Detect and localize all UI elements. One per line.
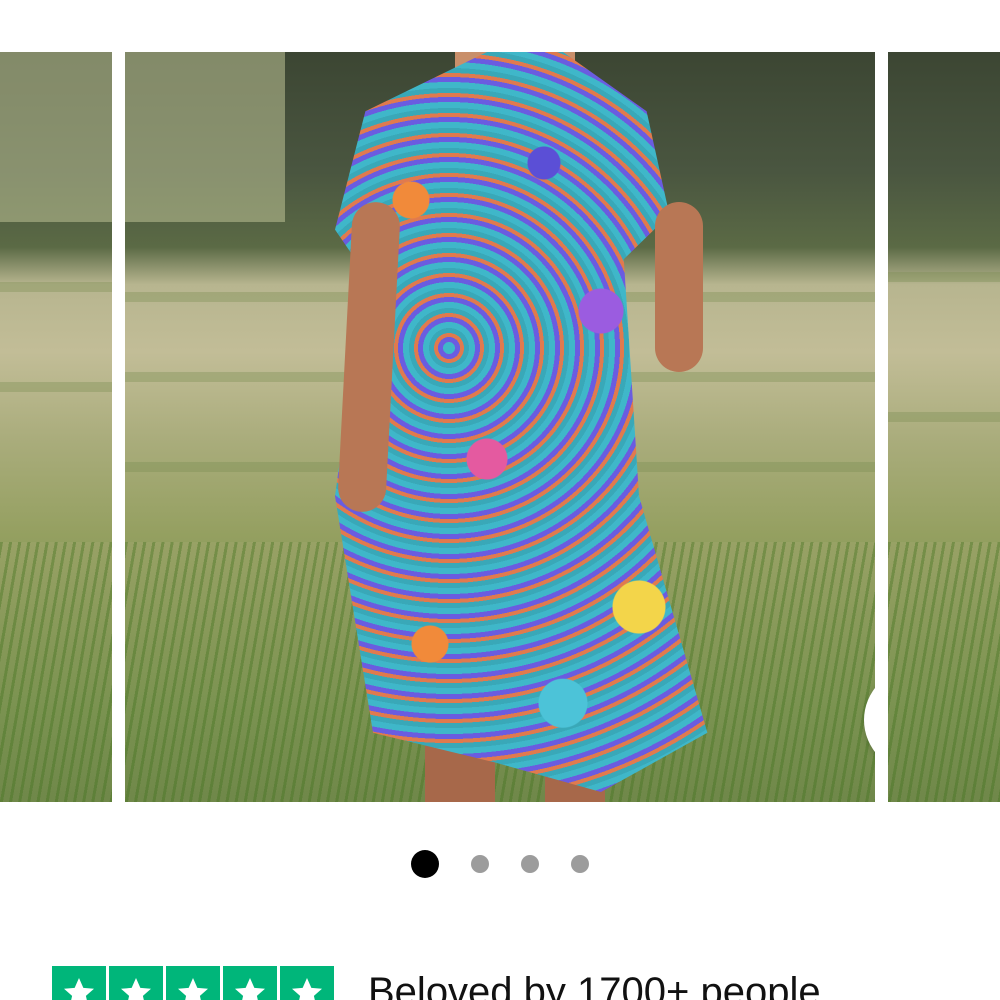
carousel-pagination [0,850,1000,878]
model-wearing-dress [335,52,715,802]
product-photo [0,52,112,802]
product-page: Beloved by 1700+ people [0,0,1000,1000]
floral-dress [335,52,708,792]
carousel-dot-3[interactable] [521,855,539,873]
carousel-dot-1[interactable] [411,850,439,878]
carousel-slide-current[interactable] [125,52,875,802]
product-photo [125,52,875,802]
product-image-carousel[interactable] [0,52,1000,802]
star-icon [223,966,277,1000]
star-icon [109,966,163,1000]
star-icon [166,966,220,1000]
carousel-dot-4[interactable] [571,855,589,873]
trust-text: Beloved by 1700+ people [368,970,821,1000]
star-rating [52,966,334,1000]
carousel-slide-next[interactable] [888,52,1000,802]
product-photo [888,52,1000,802]
carousel-slide-previous[interactable] [0,52,112,802]
carousel-dot-2[interactable] [471,855,489,873]
star-icon [280,966,334,1000]
star-icon [52,966,106,1000]
trust-bar: Beloved by 1700+ people [52,966,1000,1000]
